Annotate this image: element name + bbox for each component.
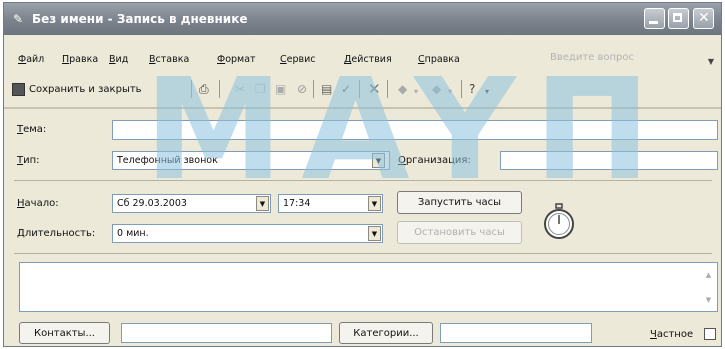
start-timer-button[interactable]: Запустить часы: [397, 191, 522, 214]
subject-label: Тема:: [17, 124, 47, 135]
section-divider: [14, 180, 712, 181]
subject-input[interactable]: [112, 120, 718, 140]
save-icon: [12, 83, 25, 96]
next-item-icon[interactable]: ◆: [432, 82, 441, 96]
chevron-down-icon[interactable]: ▼: [708, 57, 714, 66]
start-date-dropdown-button[interactable]: ▼: [256, 196, 269, 211]
toolbar-separator: [461, 80, 462, 98]
menu-tools[interactable]: Сервис: [280, 54, 316, 65]
chevron-down-icon[interactable]: ▾: [485, 85, 489, 99]
duration-input[interactable]: 0 мин.: [112, 224, 383, 243]
cut-icon[interactable]: ✂: [235, 82, 245, 96]
help-question-placeholder: Введите вопрос: [550, 52, 634, 63]
company-input[interactable]: [500, 151, 718, 170]
contacts-button[interactable]: Контакты...: [19, 322, 110, 344]
company-label: Организация:: [398, 155, 471, 166]
title-bar[interactable]: ✎ Без имени - Запись в дневнике ✕: [4, 3, 721, 35]
start-date-input[interactable]: Сб 29.03.2003: [112, 194, 271, 213]
check-names-icon[interactable]: ✓: [341, 82, 351, 96]
journal-app-icon: ✎: [13, 12, 24, 26]
private-label: Частное: [650, 329, 694, 340]
maximize-button[interactable]: [668, 8, 689, 29]
help-icon[interactable]: ?: [469, 82, 475, 96]
toolbar-separator: [359, 80, 360, 98]
stopwatch-icon: [544, 203, 574, 239]
address-book-icon[interactable]: ▤: [321, 82, 332, 96]
delete-icon[interactable]: ✕: [368, 82, 381, 97]
toolbar-separator: [387, 80, 388, 98]
scroll-down-icon[interactable]: ▼: [701, 293, 716, 308]
menu-actions[interactable]: Действия: [344, 54, 392, 65]
menu-help[interactable]: Справка: [418, 54, 460, 65]
close-button[interactable]: ✕: [693, 8, 714, 29]
start-time-dropdown-button[interactable]: ▼: [368, 196, 381, 211]
categories-input[interactable]: [440, 323, 592, 343]
journal-entry-window: ✎ Без имени - Запись в дневнике ✕ Файл П…: [3, 2, 722, 347]
menu-insert[interactable]: Вставка: [149, 54, 189, 65]
window-title: Без имени - Запись в дневнике: [32, 12, 248, 26]
categories-button[interactable]: Категории...: [339, 322, 433, 344]
contacts-input[interactable]: [121, 323, 332, 343]
scroll-up-icon[interactable]: ▲: [701, 268, 716, 283]
menu-format[interactable]: Формат: [217, 54, 256, 65]
toolbar: Сохранить и закрыть ⎙ ✂ ❐ ▣ ⊘ ▤ ✓ ✕ ◆ ▾ …: [7, 77, 718, 101]
chevron-down-icon[interactable]: ▾: [448, 85, 452, 99]
start-label: Начало:: [17, 198, 59, 209]
pause-timer-button[interactable]: Остановить часы: [397, 221, 522, 244]
chevron-down-icon[interactable]: ▾: [414, 85, 418, 99]
duration-label: Длительность:: [17, 228, 96, 239]
help-question-box[interactable]: Введите вопрос ▼: [550, 52, 717, 67]
type-dropdown-button[interactable]: ▼: [372, 153, 385, 168]
toolbar-divider: [4, 107, 721, 109]
save-and-close-button[interactable]: Сохранить и закрыть: [29, 84, 142, 95]
toolbar-separator: [191, 80, 192, 98]
toolbar-separator: [313, 80, 314, 98]
duration-dropdown-button[interactable]: ▼: [368, 226, 381, 241]
copy-icon[interactable]: ❐: [255, 82, 266, 96]
paste-icon[interactable]: ▣: [275, 82, 286, 96]
type-label: Тип:: [17, 155, 40, 166]
close-icon: ✕: [698, 10, 710, 26]
private-checkbox[interactable]: [704, 328, 716, 340]
print-icon[interactable]: ⎙: [199, 82, 209, 96]
menu-file[interactable]: Файл: [18, 54, 44, 65]
toolbar-separator: [219, 80, 220, 98]
type-select[interactable]: Телефонный звонок: [112, 151, 390, 170]
previous-item-icon[interactable]: ◆: [398, 82, 407, 96]
section-divider: [14, 253, 712, 254]
menu-view[interactable]: Вид: [109, 54, 128, 65]
menu-bar: Файл Правка Вид Вставка Формат Сервис Де…: [7, 49, 718, 71]
menu-edit[interactable]: Правка: [62, 54, 98, 65]
notes-textarea[interactable]: ▲ ▼: [19, 262, 718, 312]
minimize-button[interactable]: [644, 8, 665, 29]
attach-icon[interactable]: ⊘: [297, 82, 307, 96]
